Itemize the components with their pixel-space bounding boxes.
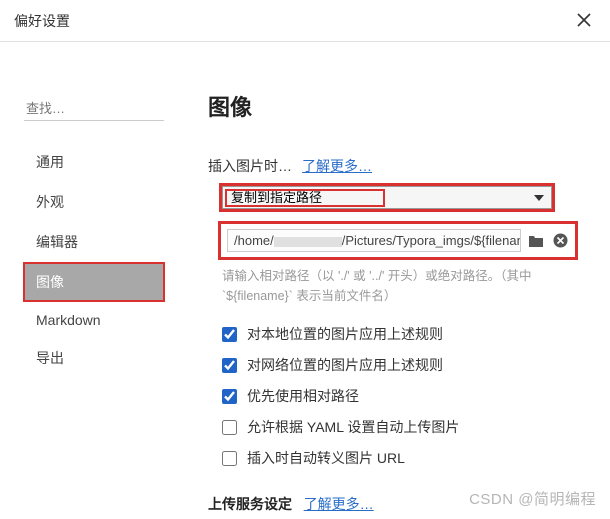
sidebar-item-general[interactable]: 通用 (24, 143, 164, 181)
search-input[interactable] (24, 97, 164, 121)
checkbox-label: 允许根据 YAML 设置自动上传图片 (247, 417, 459, 437)
checkbox-local-input[interactable] (222, 327, 237, 342)
path-prefix: /home/ (234, 233, 274, 248)
path-suffix: /Pictures/Typora_imgs/${filename (342, 233, 521, 248)
sidebar-item-appearance[interactable]: 外观 (24, 183, 164, 221)
window-title: 偏好设置 (14, 11, 70, 31)
checkbox-relative-input[interactable] (222, 389, 237, 404)
path-hint-text: 请输入相对路径（以 './' 或 '../' 开头）或绝对路径。（其中 `${f… (222, 266, 552, 306)
folder-icon (528, 234, 544, 248)
upload-learn-more-link[interactable]: 了解更多… (304, 496, 374, 512)
checkbox-label: 插入时自动转义图片 URL (247, 448, 405, 468)
close-icon (577, 13, 591, 27)
sidebar-item-editor[interactable]: 编辑器 (24, 223, 164, 261)
obscured-text (274, 237, 342, 247)
learn-more-link[interactable]: 了解更多… (302, 156, 372, 176)
sidebar-item-markdown[interactable]: Markdown (24, 303, 164, 337)
insert-image-label: 插入图片时… (208, 156, 292, 176)
sidebar: 通用 外观 编辑器 图像 Markdown 导出 (0, 42, 180, 519)
upload-section-title: 上传服务设定 (208, 496, 292, 512)
checkbox-local-images[interactable]: 对本地位置的图片应用上述规则 (222, 324, 590, 344)
checkbox-yaml-upload[interactable]: 允许根据 YAML 设置自动上传图片 (222, 417, 590, 437)
checkbox-network-images[interactable]: 对网络位置的图片应用上述规则 (222, 355, 590, 375)
clear-icon (553, 233, 568, 248)
content-panel: 图像 插入图片时… 了解更多… 复制到指定路径 /home/ /Pictures/… (180, 42, 610, 519)
insert-action-select[interactable]: 复制到指定路径 (222, 186, 552, 209)
sidebar-item-export[interactable]: 导出 (24, 339, 164, 377)
page-title: 图像 (208, 90, 590, 122)
checkbox-label: 对网络位置的图片应用上述规则 (247, 355, 443, 375)
checkbox-yaml-input[interactable] (222, 420, 237, 435)
clear-path-button[interactable] (551, 232, 569, 250)
close-button[interactable] (564, 0, 604, 40)
checkbox-escape-input[interactable] (222, 451, 237, 466)
checkbox-label: 对本地位置的图片应用上述规则 (247, 324, 443, 344)
checkbox-escape-url[interactable]: 插入时自动转义图片 URL (222, 448, 590, 468)
browse-folder-button[interactable] (527, 232, 545, 250)
image-path-input[interactable]: /home/ /Pictures/Typora_imgs/${filename (227, 229, 521, 252)
sidebar-item-image[interactable]: 图像 (24, 263, 164, 301)
checkbox-network-input[interactable] (222, 358, 237, 373)
checkbox-label: 优先使用相对路径 (247, 386, 359, 406)
checkbox-relative-path[interactable]: 优先使用相对路径 (222, 386, 590, 406)
